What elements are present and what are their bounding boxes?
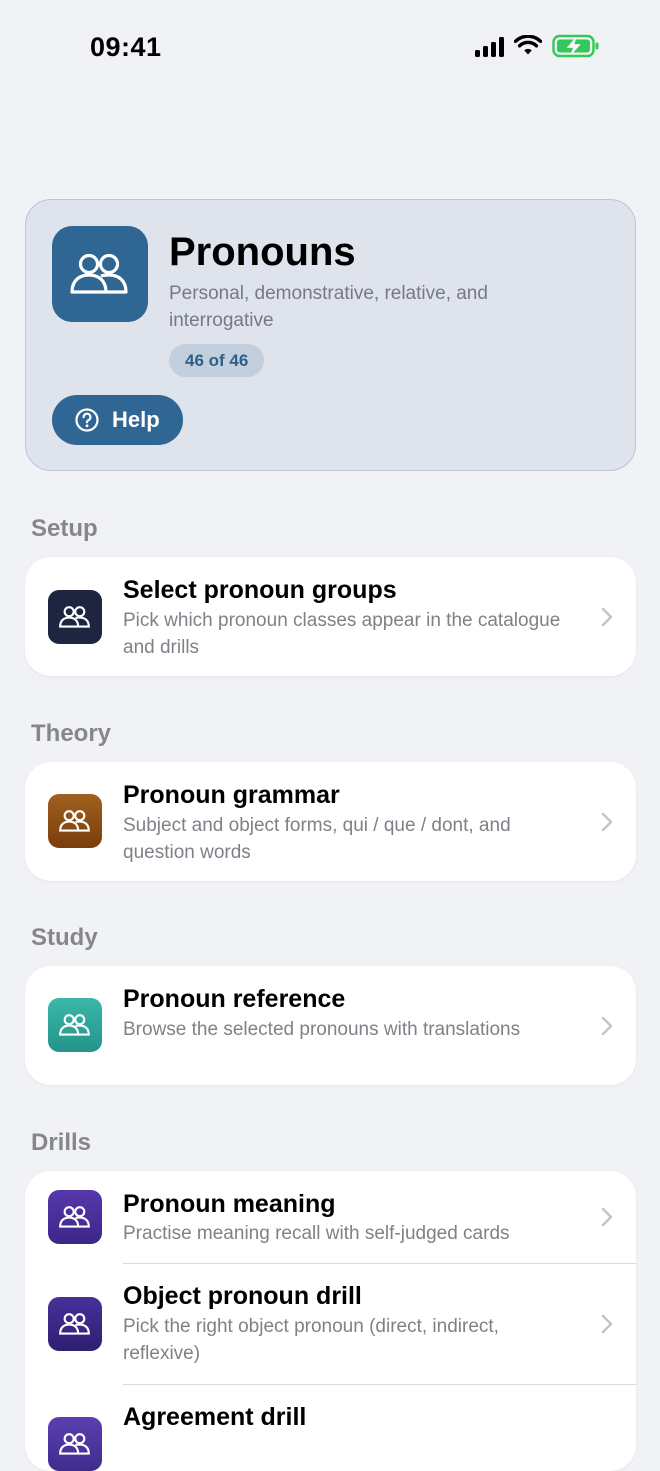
theory-card: Pronoun grammar Subject and object forms… xyxy=(25,762,636,881)
cellular-signal-icon xyxy=(475,35,504,57)
list-item-select-pronoun-groups[interactable]: Select pronoun groups Pick which pronoun… xyxy=(25,557,636,676)
people-icon xyxy=(48,998,102,1052)
study-card: Pronoun reference Browse the selected pr… xyxy=(25,966,636,1085)
people-icon xyxy=(48,1190,102,1244)
status-icons xyxy=(475,34,600,58)
chevron-right-icon xyxy=(601,607,613,627)
page-title: Pronouns xyxy=(169,230,356,274)
list-item-subtitle: Subject and object forms, qui / que / do… xyxy=(123,815,511,863)
section-header-drills: Drills xyxy=(31,1129,92,1156)
chevron-right-icon xyxy=(601,1314,613,1334)
list-item-title: Agreement drill xyxy=(123,1403,307,1431)
list-item-pronoun-meaning[interactable]: Pronoun meaning Practise meaning recall … xyxy=(25,1171,636,1263)
setup-card: Select pronoun groups Pick which pronoun… xyxy=(25,557,636,676)
section-header-theory: Theory xyxy=(31,720,112,747)
list-item-subtitle: Browse the selected pronouns with transl… xyxy=(123,1019,521,1040)
list-item-title: Object pronoun drill xyxy=(123,1282,362,1310)
page-subtitle: Personal, demonstrative, relative, and i… xyxy=(169,283,488,331)
list-item-pronoun-reference[interactable]: Pronoun reference Browse the selected pr… xyxy=(25,966,636,1085)
status-time: 09:41 xyxy=(90,32,162,62)
wifi-icon xyxy=(514,35,542,55)
people-icon xyxy=(48,794,102,848)
list-item-object-pronoun-drill[interactable]: Object pronoun drill Pick the right obje… xyxy=(25,1264,636,1384)
people-icon xyxy=(48,1297,102,1351)
chevron-right-icon xyxy=(601,1016,613,1036)
battery-charging-icon xyxy=(552,34,599,58)
chevron-right-icon xyxy=(601,812,613,832)
people-icon xyxy=(48,1417,102,1471)
section-header-setup: Setup xyxy=(31,515,98,542)
help-button-label: Help xyxy=(112,407,160,432)
list-item-title: Pronoun meaning xyxy=(123,1190,336,1218)
list-item-subtitle: Pick which pronoun classes appear in the… xyxy=(123,610,561,658)
list-item-subtitle: Pick the right object pronoun (direct, i… xyxy=(123,1316,499,1364)
list-item-title: Select pronoun groups xyxy=(123,576,397,604)
help-button[interactable]: Help xyxy=(52,395,183,445)
list-item-title: Pronoun grammar xyxy=(123,781,340,809)
chevron-right-icon xyxy=(601,1207,613,1227)
help-icon xyxy=(75,408,99,432)
pronouns-topic-icon xyxy=(52,226,148,322)
list-item-pronoun-grammar[interactable]: Pronoun grammar Subject and object forms… xyxy=(25,762,636,881)
topic-header-card: Pronouns Personal, demonstrative, relati… xyxy=(25,199,636,471)
status-bar: 09:41 xyxy=(0,0,660,96)
drills-card: Pronoun meaning Practise meaning recall … xyxy=(25,1171,636,1471)
progress-badge: 46 of 46 xyxy=(169,344,265,377)
list-item-subtitle: Practise meaning recall with self-judged… xyxy=(123,1223,510,1244)
list-item-title: Pronoun reference xyxy=(123,985,346,1013)
section-header-study: Study xyxy=(31,924,98,951)
people-icon xyxy=(48,590,102,644)
list-item-agreement-drill[interactable]: Agreement drill xyxy=(25,1385,636,1471)
